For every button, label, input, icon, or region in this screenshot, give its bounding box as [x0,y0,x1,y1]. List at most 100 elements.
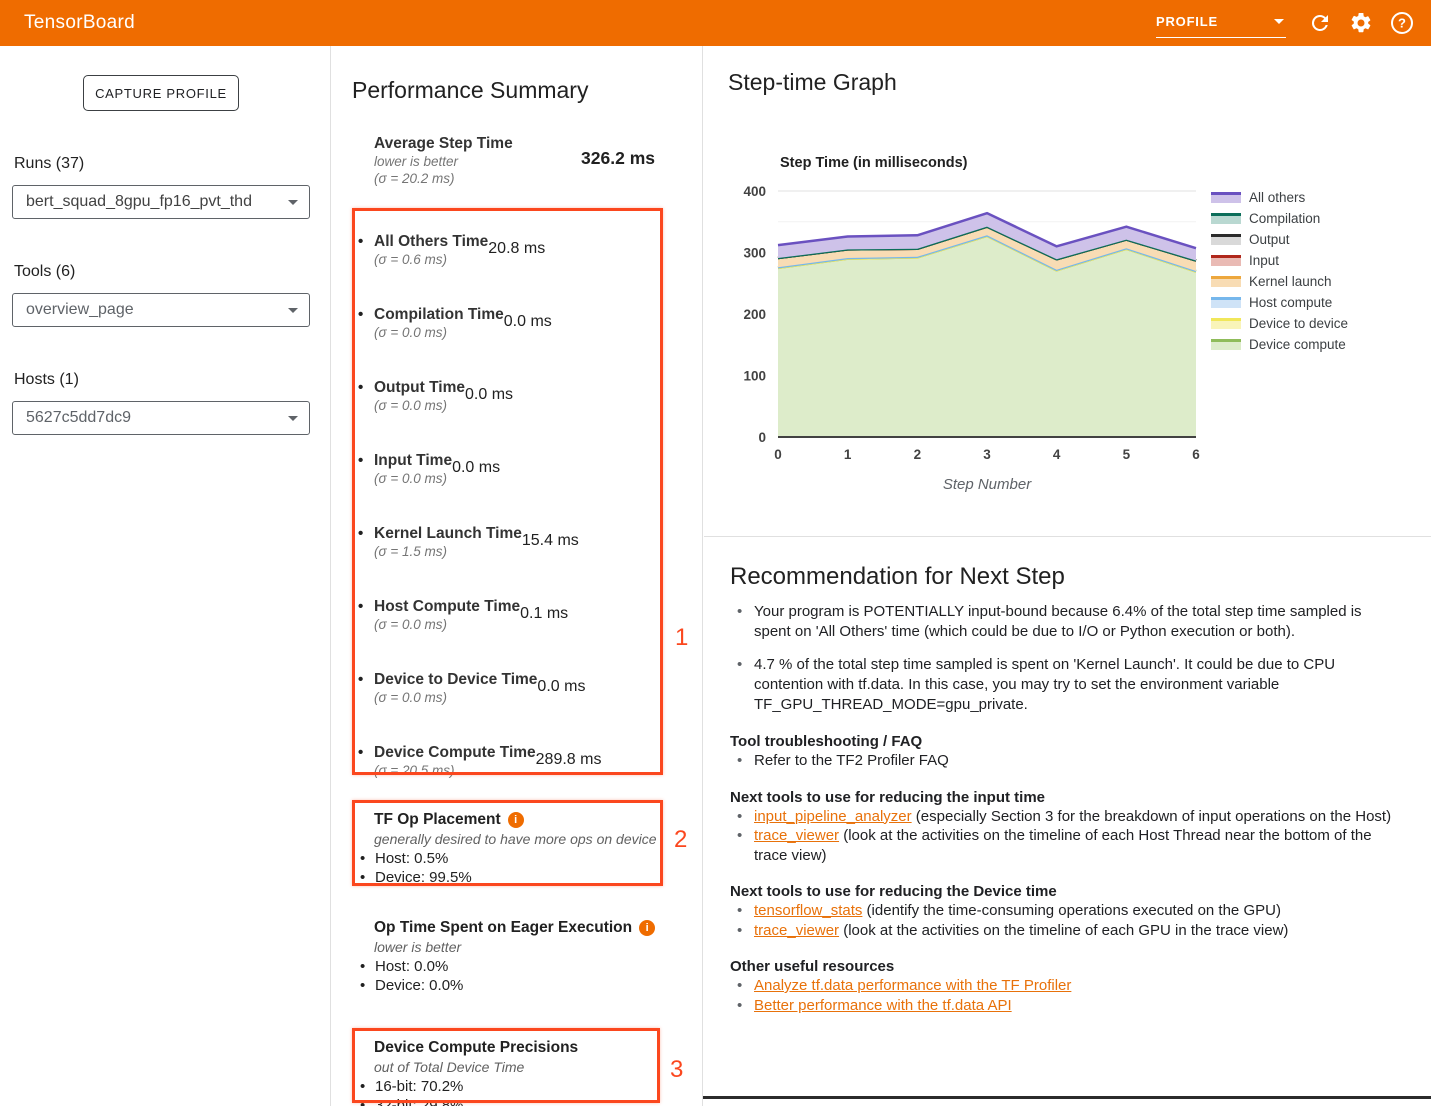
rec-link[interactable]: trace_viewer [754,827,839,844]
recommendation-bullet: Your program is POTENTIALLY input-bound … [733,602,1401,642]
legend-item: Device to device [1211,313,1348,334]
list-item: Device: 99.5% [358,868,664,887]
list-item: Host: 0.5% [358,849,664,868]
metric-text-inner: Kernel Launch Time(σ = 1.5 ms) [374,524,522,581]
svg-text:3: 3 [983,447,991,462]
metric-text: Input Time(σ = 0.0 ms) [374,451,452,508]
settings-gear-icon[interactable] [1349,11,1373,35]
tool-list-item: tensorflow_stats (identify the time-cons… [733,901,1401,921]
metric-value: 0.1 ms [520,597,581,654]
legend-item: Input [1211,250,1348,271]
summary-items: •All Others Time(σ = 0.6 ms)20.8 ms•Comp… [352,216,657,800]
legend-swatch [1211,297,1241,308]
legend-item: Host compute [1211,292,1348,313]
chevron-down-icon [288,308,298,313]
svg-text:4: 4 [1053,447,1061,462]
annotation-number-3: 3 [670,1056,683,1084]
rec-link[interactable]: Analyze tf.data performance with the TF … [754,977,1071,994]
list-item: Host: 0.0% [358,957,664,976]
block-title: Op Time Spent on Eager Execution [374,918,632,938]
metric-value: 20.8 ms [488,232,558,289]
metric-value: 0.0 ms [537,670,598,727]
bullet-dot: • [352,451,374,508]
metric-sigma: (σ = 20.5 ms) [374,762,536,779]
tool-item-text: Refer to the TF2 Profiler FAQ [754,752,949,769]
summary-metric-row: •Output Time(σ = 0.0 ms)0.0 ms [352,362,657,435]
legend-swatch [1211,339,1241,350]
tools-select[interactable]: overview_page [12,293,310,327]
list-item: 32-bit: 29.8% [358,1096,664,1106]
tool-list-item: Refer to the TF2 Profiler FAQ [733,751,1401,771]
metric-text-inner: Compilation Time(σ = 0.0 ms) [374,305,504,362]
metric-value: 326.2 ms [559,134,655,187]
device-tools-list: tensorflow_stats (identify the time-cons… [733,901,1405,940]
metric-label: All Others Time [374,232,488,251]
tool-item-text: (identify the time-consuming operations … [862,902,1281,919]
legend-item: Kernel launch [1211,271,1348,292]
step-time-graph-section: Step-time Graph Step Time (in millisecon… [704,46,1431,537]
average-step-time-metric: Average Step Time lower is better (σ = 2… [374,134,655,187]
info-icon[interactable]: i [639,920,655,936]
dashboard-select-value: PROFILE [1156,14,1218,29]
tools-select-value: overview_page [26,301,134,319]
help-icon[interactable]: ? [1390,11,1414,35]
chart-legend: All othersCompilationOutputInputKernel l… [1211,187,1348,355]
rec-link[interactable]: input_pipeline_analyzer [754,808,912,825]
legend-swatch [1211,318,1241,329]
legend-label: Device compute [1249,337,1346,352]
rec-link[interactable]: Better performance with the tf.data API [754,997,1012,1014]
metric-text-inner: Device to Device Time(σ = 0.0 ms) [374,670,537,727]
legend-item: Output [1211,229,1348,250]
refresh-icon[interactable] [1308,11,1332,35]
metric-text: Compilation Time(σ = 0.0 ms) [374,305,504,362]
tool-list-item: Better performance with the tf.data API [733,996,1401,1016]
annotation-number-1: 1 [675,624,688,652]
tool-item-text: (especially Section 3 for the breakdown … [912,808,1391,825]
metric-text-inner: Device Compute Time(σ = 20.5 ms) [374,743,536,800]
metric-label: Output Time [374,378,465,397]
hosts-select[interactable]: 5627c5dd7dc9 [12,401,310,435]
metric-value: 0.0 ms [452,451,513,508]
main-pane: Step-time Graph Step Time (in millisecon… [704,46,1431,1106]
metric-value: 289.8 ms [536,743,615,800]
metric-text: Device to Device Time(σ = 0.0 ms) [374,670,537,727]
legend-item: Device compute [1211,334,1348,355]
tool-list-item: input_pipeline_analyzer (especially Sect… [733,807,1401,827]
bullet-dot: • [352,232,374,289]
legend-label: Compilation [1249,211,1320,226]
runs-select[interactable]: bert_squad_8gpu_fp16_pvt_thd [12,185,310,219]
bullet-dot: • [352,670,374,727]
svg-text:100: 100 [743,369,766,384]
legend-label: Input [1249,253,1279,268]
list-item: Device: 0.0% [358,976,664,995]
metric-text-inner: Input Time(σ = 0.0 ms) [374,451,452,508]
capture-profile-button[interactable]: CAPTURE PROFILE [83,75,239,111]
metric-label: Host Compute Time [374,597,520,616]
summary-metric-row: •All Others Time(σ = 0.6 ms)20.8 ms [352,216,657,289]
device-tools-group-title: Next tools to use for reducing the Devic… [730,882,1405,901]
tf-op-placement-list: Host: 0.5%Device: 99.5% [374,849,664,887]
annotation-number-2: 2 [674,826,687,854]
app-header: TensorBoard PROFILE ? [0,0,1431,46]
header-actions: PROFILE ? [1156,0,1431,46]
metric-text-inner: Host Compute Time(σ = 0.0 ms) [374,597,520,654]
metric-subtitle: lower is better [374,153,559,170]
faq-list: Refer to the TF2 Profiler FAQ [733,751,1405,771]
summary-metric-row: •Host Compute Time(σ = 0.0 ms)0.1 ms [352,581,657,654]
legend-label: Device to device [1249,316,1348,331]
legend-swatch [1211,213,1241,224]
rec-link[interactable]: tensorflow_stats [754,902,862,919]
block-subtitle: generally desired to have more ops on de… [374,830,664,849]
info-icon[interactable]: i [508,812,524,828]
rec-link[interactable]: trace_viewer [754,922,839,939]
performance-summary-pane: Performance Summary Average Step Time lo… [331,46,703,1106]
recommendation-section: Recommendation for Next Step Your progra… [704,537,1431,1097]
dashboard-select[interactable]: PROFILE [1156,9,1286,38]
app-title: TensorBoard [24,12,135,34]
step-time-graph-title: Step-time Graph [728,69,897,96]
svg-text:?: ? [1398,16,1406,31]
summary-metric-row: •Compilation Time(σ = 0.0 ms)0.0 ms [352,289,657,362]
metric-text-inner: Output Time(σ = 0.0 ms) [374,378,465,435]
metric-text: Host Compute Time(σ = 0.0 ms) [374,597,520,654]
bullet-dot: • [352,305,374,362]
